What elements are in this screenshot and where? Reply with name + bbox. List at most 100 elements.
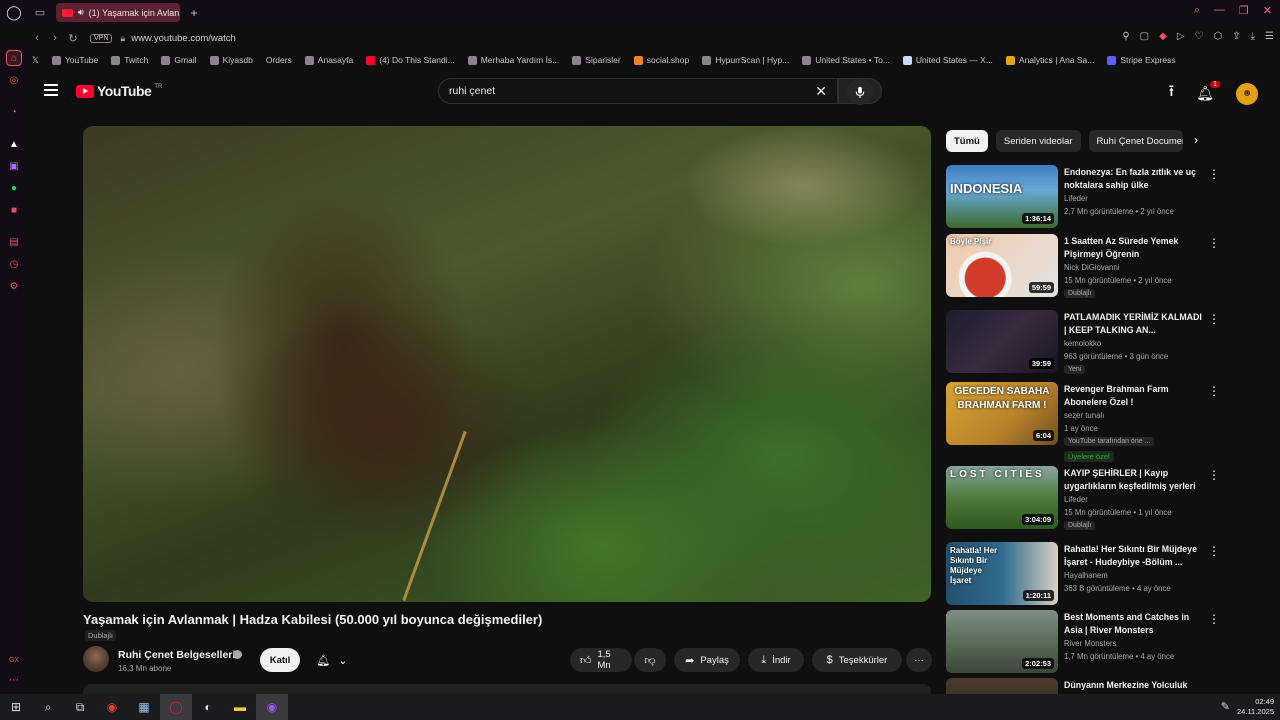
thanks-button[interactable]: $ Teşekkürler — [812, 648, 902, 672]
extensions-icon[interactable]: ⬡ — [1213, 31, 1222, 42]
x-icon[interactable]: 𝕏 — [32, 55, 39, 66]
bag-icon[interactable]: ▤ — [6, 234, 22, 250]
windows-start-icon[interactable]: ⊞ — [0, 694, 32, 720]
bookmark-item[interactable]: Orders — [266, 55, 292, 65]
share-button[interactable]: ➦ Paylaş — [674, 648, 740, 672]
forward-button[interactable]: › — [46, 32, 64, 44]
whatsapp-icon[interactable]: ● — [6, 180, 22, 196]
like-button[interactable]: 👍︎ 1,5 Mn — [570, 648, 632, 672]
clear-search-icon[interactable]: ✕ — [815, 83, 827, 100]
file-explorer-icon[interactable]: ▬ — [224, 694, 256, 720]
system-clock[interactable]: 02:49 24.11.2025 — [1237, 697, 1274, 717]
vpn-badge[interactable]: VPN — [90, 33, 113, 43]
gx-control-icon[interactable]: ◎ — [6, 72, 22, 88]
app-icon[interactable]: ◐ — [192, 694, 224, 720]
settings-icon[interactable]: ⚙ — [6, 278, 22, 294]
speaker-icon[interactable]: 🔊︎ — [78, 7, 84, 18]
snapshot-icon[interactable]: ▢ — [1140, 31, 1149, 42]
lock-icon[interactable]: 🔒︎ — [120, 33, 125, 44]
gx-icon[interactable]: GX — [6, 652, 22, 668]
description-box[interactable] — [83, 684, 931, 694]
tab-overview-icon[interactable]: ▭ — [28, 6, 52, 19]
shield-icon[interactable]: ◆ — [1159, 31, 1167, 42]
pin-icon[interactable]: ⚲ — [1122, 31, 1129, 42]
kebab-menu-icon[interactable]: ⋮ — [1208, 236, 1220, 250]
search-input[interactable]: ruhi çenet ✕ — [438, 78, 838, 104]
kebab-menu-icon[interactable]: ⋮ — [1208, 468, 1220, 482]
kebab-menu-icon[interactable]: ⋮ — [1208, 544, 1220, 558]
close-window-button[interactable]: ✕ — [1263, 4, 1272, 17]
recommendation-item[interactable]: LOST CITIES 3:04:09 KAYIP ŞEHİRLER | Kay… — [946, 466, 1246, 530]
bookmark-item[interactable]: Stripe Express — [1107, 55, 1176, 65]
menu-icon[interactable] — [44, 84, 58, 96]
app-purple-icon[interactable]: ◉ — [256, 694, 288, 720]
recommendation-item[interactable]: Rahatla! Her Sıkıntı Bir Müjdeye İşaret … — [946, 542, 1246, 606]
notifications-button[interactable]: 🔔︎ 1 — [1196, 81, 1220, 102]
opera-gx-taskbar-icon[interactable]: ◯ — [160, 694, 192, 720]
kebab-menu-icon[interactable]: ⋮ — [1208, 384, 1220, 398]
video-thumbnail[interactable]: LOST CITIES 3:04:09 — [946, 466, 1058, 529]
chevron-right-icon[interactable]: › — [1194, 133, 1198, 147]
easy-setup-icon[interactable]: ☰ — [1265, 31, 1274, 42]
bookmark-item[interactable]: social.shop — [633, 55, 689, 65]
history-icon[interactable]: ◷ — [6, 256, 22, 272]
opera-gx-logo-icon[interactable]: ◯ — [0, 0, 28, 25]
search-icon[interactable]: ⌕ — [32, 694, 64, 720]
music-icon[interactable]: ■ — [6, 202, 22, 218]
video-thumbnail[interactable]: Böyle Pişir 59:59 — [946, 234, 1058, 297]
youtube-logo[interactable]: YouTube TR — [76, 83, 162, 99]
aria-icon[interactable]: ▲ — [6, 136, 22, 152]
video-player[interactable] — [83, 126, 931, 602]
more-actions-button[interactable]: ··· — [906, 648, 932, 672]
video-thumbnail[interactable]: Rahatla! Her Sıkıntı Bir Müjdeye İşaret … — [946, 542, 1058, 605]
channel-avatar[interactable] — [83, 646, 109, 672]
share-icon[interactable]: ⇪ — [1232, 31, 1240, 42]
calculator-icon[interactable]: ▦ — [128, 694, 160, 720]
kebab-menu-icon[interactable]: ⋮ — [1208, 312, 1220, 326]
search-tabs-icon[interactable]: ⌕ — [1194, 4, 1200, 17]
home-icon[interactable]: ⌂ — [6, 50, 22, 66]
kebab-menu-icon[interactable]: ⋮ — [1208, 612, 1220, 626]
channel-name[interactable]: Ruhi Çenet Belgeselleri — [118, 649, 235, 661]
voice-search-button[interactable] — [847, 79, 873, 105]
chip-series[interactable]: Seriden videolar — [995, 130, 1081, 152]
video-thumbnail[interactable]: 39:59 — [946, 310, 1058, 373]
bookmark-item[interactable]: Twitch — [111, 55, 148, 65]
bookmark-item[interactable]: United States • To... — [802, 55, 890, 65]
url-field[interactable]: www.youtube.com/watch — [131, 33, 236, 44]
gx-corner-icon[interactable]: ◔ — [6, 104, 22, 120]
subscription-bell-button[interactable]: 🔔︎ ⌄ — [308, 648, 356, 672]
maximize-button[interactable]: ❐ — [1239, 4, 1249, 17]
recommendation-item[interactable]: Böyle Pişir 59:59 1 Saatten Az Sürede Ye… — [946, 234, 1246, 298]
more-icon[interactable]: ⋯ — [6, 672, 22, 688]
recommendation-item[interactable]: Dünyanın Merkezine Yolculuk — [946, 678, 1246, 694]
recommendation-item[interactable]: 39:59 PATLAMADIK YERİMİZ KALMADI | KEEP … — [946, 310, 1246, 374]
bookmark-item[interactable]: (4) Do This Standi... — [366, 55, 455, 65]
back-button[interactable]: ‹ — [28, 32, 46, 44]
browser-tab-active[interactable]: 🔊︎ (1) Yaşamak için Avlan — [56, 3, 180, 22]
chip-all[interactable]: Tümü — [946, 130, 988, 152]
video-thumbnail[interactable]: 2:02:53 — [946, 610, 1058, 673]
video-thumbnail[interactable]: INDONESIA 1:36:14 — [946, 165, 1058, 228]
bookmark-item[interactable]: Siparisler — [572, 55, 621, 65]
video-thumbnail[interactable]: GECEDEN SABAHA BRAHMAN FARM ! 6:04 — [946, 382, 1058, 445]
reload-button[interactable]: ↻ — [64, 32, 82, 45]
video-thumbnail[interactable] — [946, 678, 1058, 694]
kebab-menu-icon[interactable]: ⋮ — [1208, 167, 1220, 181]
recommendation-item[interactable]: GECEDEN SABAHA BRAHMAN FARM ! 6:04 Reven… — [946, 382, 1246, 462]
task-view-icon[interactable]: ⧉ — [64, 694, 96, 720]
bookmark-item[interactable]: Analytics | Ana Sa... — [1005, 55, 1094, 65]
recommendation-item[interactable]: INDONESIA 1:36:14 Endonezya: En fazla zı… — [946, 165, 1246, 229]
dislike-button[interactable]: 👎︎ — [634, 648, 666, 672]
bookmark-item[interactable]: Anasayfa — [304, 55, 353, 65]
account-avatar[interactable]: ☻ — [1236, 82, 1258, 105]
join-button[interactable]: Katıl — [260, 648, 300, 672]
bookmark-item[interactable]: United States — X... — [902, 55, 993, 65]
twitch-icon[interactable]: ▣ — [6, 158, 22, 174]
bookmark-item[interactable]: Gmail — [161, 55, 197, 65]
recommendation-item[interactable]: 2:02:53 Best Moments and Catches in Asia… — [946, 610, 1246, 674]
download-icon[interactable]: ⤓ — [1251, 31, 1255, 42]
chip-channel[interactable]: Ruhi Çenet Documen — [1088, 130, 1183, 152]
bookmark-item[interactable]: Kiyasdb — [209, 55, 253, 65]
upload-icon[interactable]: ⭱ — [1169, 80, 1175, 107]
